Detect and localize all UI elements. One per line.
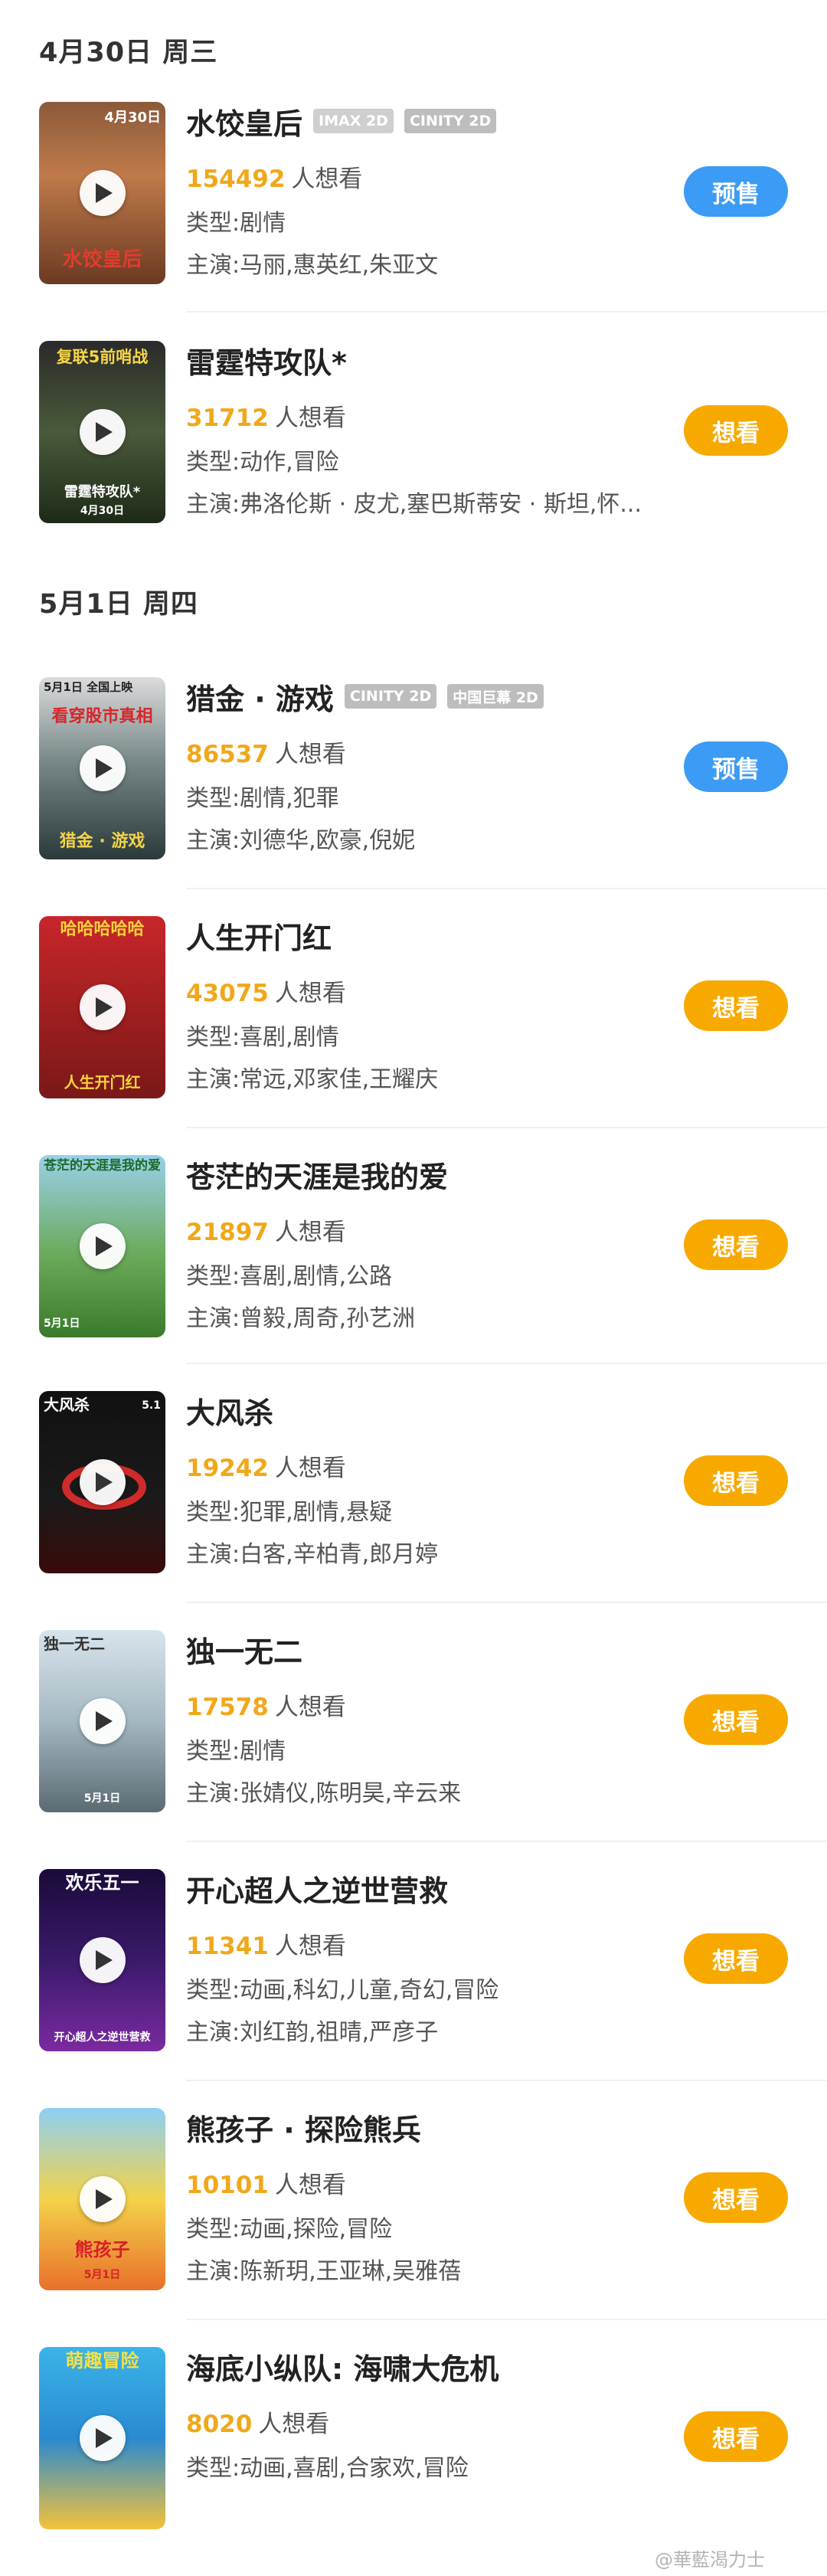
movie-title[interactable]: 熊孩子 · 探险熊兵	[186, 2106, 421, 2149]
play-icon[interactable]	[79, 1698, 126, 1744]
movie-item[interactable]: 4月30日 水饺皇后 水饺皇后 IMAX 2D CINITY 2D 154492…	[0, 102, 827, 313]
movie-title[interactable]: 人生开门红	[186, 915, 332, 957]
movie-poster[interactable]: 欢乐五一 开心超人之逆世营救	[39, 1869, 165, 2051]
divider	[186, 311, 827, 313]
movie-cast: 主演:常远,邓家佳,王耀庆	[186, 1066, 439, 1093]
movie-cast: 主演:曾毅,周奇,孙艺洲	[186, 1305, 416, 1332]
movie-item[interactable]: 大风杀 5.1 大风杀 19242 人想看 类型:犯罪,剧情,悬疑 主演:白客,辛…	[0, 1391, 827, 1602]
movie-item[interactable]: 哈哈哈哈哈 人生开门红 人生开门红 43075 人想看 类型:喜剧,剧情 主演:常…	[0, 916, 827, 1127]
want-button[interactable]: 想看	[684, 1933, 788, 1984]
movie-cast: 主演:刘德华,欧豪,倪妮	[186, 827, 416, 854]
movie-item[interactable]: 5月1日 全国上映 看穿股市真相 猎金 · 游戏 猎金 · 游戏 CINITY …	[0, 677, 827, 888]
watermark: @華藍渴力士	[655, 2549, 765, 2571]
presale-button[interactable]: 预售	[684, 166, 788, 217]
want-button[interactable]: 想看	[684, 1455, 788, 1506]
play-icon[interactable]	[79, 409, 126, 455]
movie-item[interactable]: 复联5前哨战 雷霆特攻队* 4月30日 雷霆特攻队* 31712 人想看 类型:动…	[0, 341, 827, 552]
play-icon[interactable]	[79, 1459, 126, 1505]
movie-item[interactable]: 苍茫的天涯是我的爱 5月1日 苍茫的天涯是我的爱 21897 人想看 类型:喜剧,…	[0, 1155, 827, 1366]
divider	[186, 2319, 827, 2320]
want-count: 21897 人想看	[186, 1219, 346, 1246]
want-button[interactable]: 想看	[684, 1694, 788, 1745]
want-button[interactable]: 想看	[684, 405, 788, 456]
divider	[186, 1127, 827, 1128]
play-icon[interactable]	[79, 984, 126, 1030]
want-count: 17578 人想看	[186, 1694, 346, 1721]
divider	[186, 1363, 827, 1364]
play-icon[interactable]	[79, 745, 126, 791]
divider	[186, 1602, 827, 1603]
want-count: 11341 人想看	[186, 1933, 346, 1960]
play-icon[interactable]	[79, 170, 126, 216]
movie-title[interactable]: 雷霆特攻队*	[186, 339, 347, 381]
format-badge-cinity: CINITY 2D	[404, 109, 497, 133]
play-icon[interactable]	[79, 1223, 126, 1269]
want-count: 86537 人想看	[186, 741, 346, 768]
want-count: 31712 人想看	[186, 404, 346, 432]
movie-title[interactable]: 海底小纵队: 海啸大危机	[186, 2345, 498, 2388]
movie-title[interactable]: 猎金 · 游戏	[186, 676, 334, 718]
movie-genre: 类型:犯罪,剧情,悬疑	[186, 1499, 393, 1526]
play-icon[interactable]	[79, 2415, 126, 2461]
movie-genre: 类型:动作,冒险	[186, 449, 339, 476]
presale-button[interactable]: 预售	[684, 741, 788, 792]
movie-genre: 类型:喜剧,剧情,公路	[186, 1263, 393, 1290]
movie-poster[interactable]: 苍茫的天涯是我的爱 5月1日	[39, 1155, 165, 1337]
want-count: 19242 人想看	[186, 1455, 346, 1482]
movie-item[interactable]: 独一无二 5月1日 独一无二 17578 人想看 类型:剧情 主演:张婧仪,陈明昊…	[0, 1630, 827, 1841]
want-button[interactable]: 想看	[684, 980, 788, 1031]
want-count: 154492 人想看	[186, 165, 363, 193]
play-icon[interactable]	[79, 2176, 126, 2222]
movie-cast: 主演:弗洛伦斯 · 皮尤,塞巴斯蒂安 · 斯坦,怀...	[186, 491, 642, 518]
want-button[interactable]: 想看	[684, 2172, 788, 2223]
movie-cast: 主演:马丽,惠英红,朱亚文	[186, 252, 439, 279]
divider	[186, 2080, 827, 2081]
divider	[186, 888, 827, 889]
movie-poster[interactable]: 熊孩子 5月1日	[39, 2108, 165, 2290]
movie-poster[interactable]: 萌趣冒险	[39, 2347, 165, 2529]
format-badge-giant-screen: 中国巨幕 2D	[447, 684, 544, 709]
movie-title[interactable]: 独一无二	[186, 1628, 302, 1671]
want-count: 8020 人想看	[186, 2411, 330, 2438]
movie-item[interactable]: 欢乐五一 开心超人之逆世营救 开心超人之逆世营救 11341 人想看 类型:动画,…	[0, 1869, 827, 2080]
format-badge-cinity: CINITY 2D	[344, 684, 437, 709]
movie-cast: 主演:刘红韵,祖晴,严彦子	[186, 2019, 439, 2046]
want-count: 10101 人想看	[186, 2172, 346, 2199]
movie-poster[interactable]: 复联5前哨战 雷霆特攻队* 4月30日	[39, 341, 165, 523]
format-badge-imax: IMAX 2D	[313, 109, 394, 133]
movie-genre: 类型:剧情,犯罪	[186, 785, 339, 812]
movie-poster[interactable]: 独一无二 5月1日	[39, 1630, 165, 1812]
want-count: 43075 人想看	[186, 980, 346, 1007]
movie-title[interactable]: 水饺皇后	[186, 100, 302, 142]
movie-item[interactable]: 萌趣冒险 海底小纵队: 海啸大危机 8020 人想看 类型:动画,喜剧,合家欢,冒…	[0, 2347, 827, 2558]
play-icon[interactable]	[79, 1937, 126, 1983]
movie-poster[interactable]: 哈哈哈哈哈 人生开门红	[39, 916, 165, 1098]
movie-cast: 主演:张婧仪,陈明昊,辛云来	[186, 1780, 462, 1807]
movie-poster[interactable]: 5月1日 全国上映 看穿股市真相 猎金 · 游戏	[39, 677, 165, 859]
movie-genre: 类型:剧情	[186, 1738, 286, 1765]
movie-item[interactable]: 熊孩子 5月1日 熊孩子 · 探险熊兵 10101 人想看 类型:动画,探险,冒险…	[0, 2108, 827, 2319]
movie-genre: 类型:动画,探险,冒险	[186, 2216, 393, 2243]
date-header-may1: 5月1日 周四	[39, 589, 198, 620]
want-button[interactable]: 想看	[684, 2411, 788, 2462]
movie-genre: 类型:喜剧,剧情	[186, 1024, 339, 1051]
movie-poster[interactable]: 4月30日 水饺皇后	[39, 102, 165, 284]
movie-genre: 类型:动画,喜剧,合家欢,冒险	[186, 2455, 469, 2482]
movie-title[interactable]: 苍茫的天涯是我的爱	[186, 1154, 448, 1196]
movie-poster[interactable]: 大风杀 5.1	[39, 1391, 165, 1573]
movie-cast: 主演:陈新玥,王亚琳,吴雅蓓	[186, 2258, 462, 2285]
movie-title[interactable]: 开心超人之逆世营救	[186, 1867, 448, 1910]
divider	[186, 1841, 827, 1842]
date-header-apr30: 4月30日 周三	[39, 38, 218, 68]
movie-cast: 主演:白客,辛柏青,郎月婷	[186, 1541, 439, 1568]
movie-title[interactable]: 大风杀	[186, 1389, 273, 1432]
movie-genre: 类型:动画,科幻,儿童,奇幻,冒险	[186, 1977, 499, 2004]
want-button[interactable]: 想看	[684, 1219, 788, 1270]
movie-genre: 类型:剧情	[186, 210, 286, 237]
